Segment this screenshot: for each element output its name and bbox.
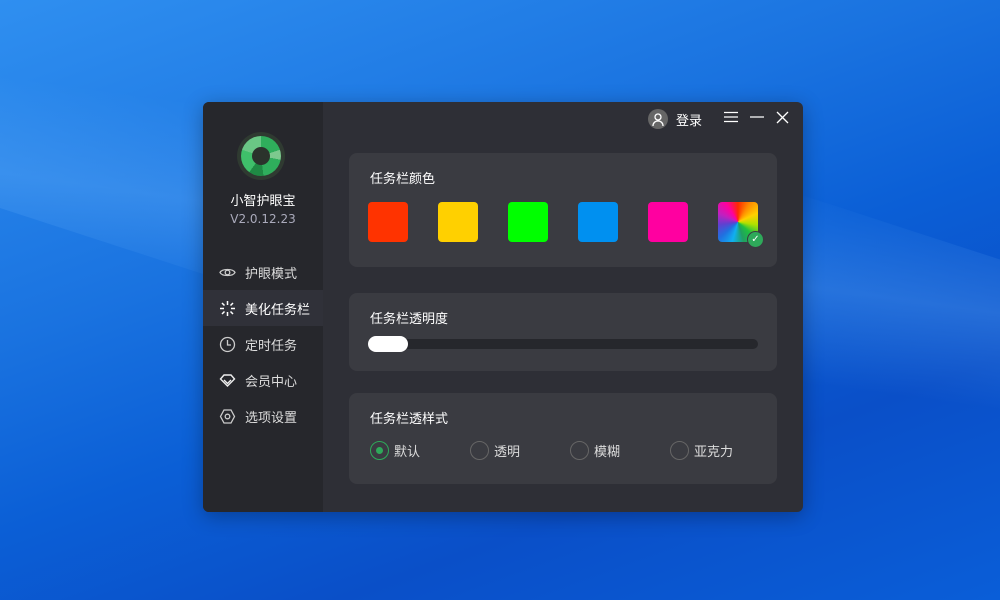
radio-circle[interactable] bbox=[370, 441, 389, 460]
card-title: 任务栏透明度 bbox=[370, 308, 448, 327]
title-bar: 登录 bbox=[648, 109, 789, 129]
radio-label: 默认 bbox=[394, 441, 420, 460]
sidebar-item-label: 护眼模式 bbox=[245, 263, 297, 282]
opacity-slider[interactable] bbox=[368, 339, 758, 349]
menu-icon[interactable] bbox=[724, 111, 738, 127]
diamond-icon bbox=[219, 372, 236, 389]
selected-check-icon: ✓ bbox=[747, 231, 764, 248]
app-version: V2.0.12.23 bbox=[203, 212, 323, 226]
main-panel: 登录 任务栏颜色 ✓ 任务栏透明度 任务栏透样式 默认 透明 模糊 亚克力 bbox=[323, 102, 803, 512]
app-window: 小智护眼宝 V2.0.12.23 护眼模式 美化任务栏 定时任务 会员中心 选项… bbox=[203, 102, 803, 512]
user-avatar-icon[interactable] bbox=[648, 109, 668, 129]
color-swatch-blue[interactable] bbox=[578, 202, 618, 242]
color-swatch-green[interactable] bbox=[508, 202, 548, 242]
sidebar-item-label: 会员中心 bbox=[245, 371, 297, 390]
sidebar-item-eye-mode[interactable]: 护眼模式 bbox=[203, 254, 323, 290]
sidebar-item-label: 定时任务 bbox=[245, 335, 297, 354]
color-swatch-rainbow[interactable]: ✓ bbox=[718, 202, 758, 242]
sidebar-item-beautify-taskbar[interactable]: 美化任务栏 bbox=[203, 290, 323, 326]
taskbar-opacity-card: 任务栏透明度 bbox=[349, 293, 777, 371]
color-swatch-pink[interactable] bbox=[648, 202, 688, 242]
radio-blur[interactable]: 模糊 bbox=[570, 441, 670, 460]
settings-hexagon-icon bbox=[219, 408, 236, 425]
radio-label: 模糊 bbox=[594, 441, 620, 460]
minimize-icon[interactable] bbox=[750, 111, 764, 127]
sidebar-item-label: 选项设置 bbox=[245, 407, 297, 426]
sidebar-item-member-center[interactable]: 会员中心 bbox=[203, 362, 323, 398]
sparkle-icon bbox=[219, 300, 236, 317]
sidebar-item-label: 美化任务栏 bbox=[245, 299, 310, 318]
radio-circle[interactable] bbox=[670, 441, 689, 460]
sidebar: 小智护眼宝 V2.0.12.23 护眼模式 美化任务栏 定时任务 会员中心 选项… bbox=[203, 102, 323, 512]
app-name: 小智护眼宝 bbox=[203, 190, 323, 209]
radio-label: 亚克力 bbox=[694, 441, 733, 460]
app-logo bbox=[237, 132, 285, 180]
radio-label: 透明 bbox=[494, 441, 520, 460]
close-icon[interactable] bbox=[776, 111, 789, 128]
clock-icon bbox=[219, 336, 236, 353]
slider-thumb[interactable] bbox=[368, 336, 408, 352]
radio-default[interactable]: 默认 bbox=[370, 441, 470, 460]
eye-icon bbox=[219, 264, 236, 281]
color-swatch-red[interactable] bbox=[368, 202, 408, 242]
radio-circle[interactable] bbox=[470, 441, 489, 460]
color-swatch-yellow[interactable] bbox=[438, 202, 478, 242]
sidebar-item-scheduled-tasks[interactable]: 定时任务 bbox=[203, 326, 323, 362]
login-link[interactable]: 登录 bbox=[676, 110, 702, 129]
taskbar-color-card: 任务栏颜色 ✓ bbox=[349, 153, 777, 267]
sidebar-item-settings[interactable]: 选项设置 bbox=[203, 398, 323, 434]
taskbar-style-card: 任务栏透样式 默认 透明 模糊 亚克力 bbox=[349, 393, 777, 484]
radio-acrylic[interactable]: 亚克力 bbox=[670, 441, 770, 460]
radio-transparent[interactable]: 透明 bbox=[470, 441, 570, 460]
radio-circle[interactable] bbox=[570, 441, 589, 460]
card-title: 任务栏颜色 bbox=[370, 168, 435, 187]
card-title: 任务栏透样式 bbox=[370, 408, 448, 427]
